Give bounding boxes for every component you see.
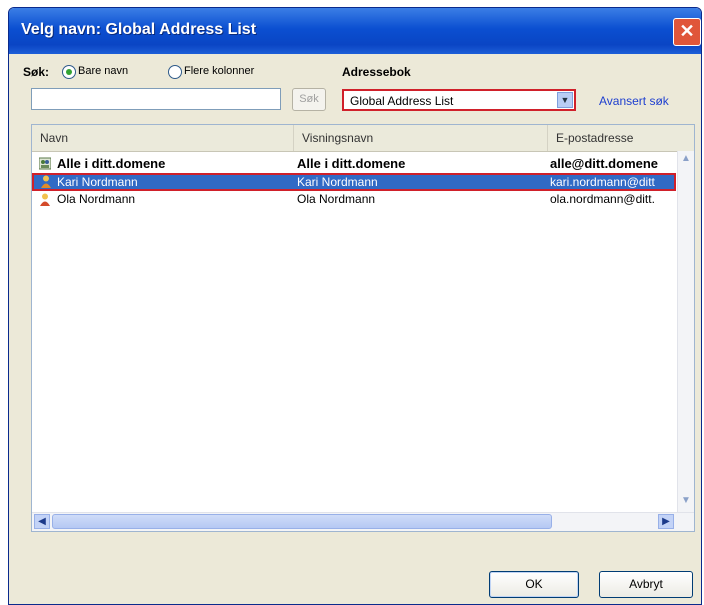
- close-button[interactable]: ✕: [673, 18, 701, 46]
- cancel-button[interactable]: Avbryt: [599, 571, 693, 598]
- search-input[interactable]: [31, 88, 281, 110]
- scroll-up-icon[interactable]: ▲: [679, 153, 693, 169]
- row-email: alle@ditt.domene: [550, 156, 659, 171]
- column-header-email[interactable]: E-postadresse: [548, 125, 694, 151]
- chevron-down-icon[interactable]: ▼: [557, 92, 573, 108]
- radio-bare-navn-label[interactable]: Bare navn: [78, 65, 128, 77]
- addressbook-select[interactable]: Global Address List ▼: [342, 89, 576, 111]
- title-bar[interactable]: Velg navn: Global Address List ✕: [9, 8, 701, 54]
- row-email: kari.nordmann@ditt: [550, 175, 655, 189]
- user-icon: [40, 193, 50, 206]
- list-header: Navn Visningsnavn E-postadresse: [32, 125, 694, 152]
- row-display-name: Kari Nordmann: [297, 175, 378, 189]
- address-list[interactable]: Navn Visningsnavn E-postadresse Alle i d…: [31, 124, 695, 532]
- horizontal-scrollbar[interactable]: ◀ ▶: [32, 512, 694, 531]
- radio-selected-dot: [66, 69, 72, 75]
- radio-flere-kolonner[interactable]: [168, 65, 182, 79]
- row-name: Ola Nordmann: [57, 192, 136, 206]
- dialog-window: Velg navn: Global Address List ✕ Søk: Ba…: [8, 7, 702, 605]
- radio-bare-navn[interactable]: [62, 65, 76, 79]
- ok-button[interactable]: OK: [489, 571, 579, 598]
- row-display-name: Alle i ditt.domene: [297, 156, 406, 171]
- column-header-display-name[interactable]: Visningsnavn: [294, 125, 548, 151]
- list-item[interactable]: Alle i ditt.domene Alle i ditt.domene al…: [33, 155, 676, 173]
- scroll-right-icon[interactable]: ▶: [658, 514, 674, 529]
- group-icon: [39, 157, 51, 170]
- window-title: Velg navn: Global Address List: [21, 21, 257, 38]
- search-label: Søk:: [23, 65, 50, 79]
- row-name: Kari Nordmann: [57, 175, 138, 189]
- row-display-name: Ola Nordmann: [297, 192, 376, 206]
- search-button[interactable]: Søk: [292, 88, 326, 111]
- list-item[interactable]: Ola Nordmann Ola Nordmann ola.nordmann@d…: [33, 191, 676, 209]
- column-header-name[interactable]: Navn: [32, 125, 294, 151]
- vertical-scrollbar[interactable]: ▲ ▼: [677, 151, 694, 513]
- list-item-selected[interactable]: Kari Nordmann Kari Nordmann kari.nordman…: [32, 173, 676, 191]
- scroll-down-icon[interactable]: ▼: [679, 495, 693, 511]
- row-name: Alle i ditt.domene: [57, 156, 166, 171]
- addressbook-selected-value: Global Address List: [350, 94, 454, 108]
- user-icon: [41, 175, 51, 188]
- row-email: ola.nordmann@ditt.: [550, 192, 655, 206]
- addressbook-label: Adressebok: [342, 65, 411, 79]
- scroll-left-icon[interactable]: ◀: [34, 514, 50, 529]
- scroll-thumb[interactable]: [52, 514, 552, 529]
- radio-flere-kolonner-label[interactable]: Flere kolonner: [184, 65, 254, 77]
- advanced-search-link[interactable]: Avansert søk: [599, 94, 669, 108]
